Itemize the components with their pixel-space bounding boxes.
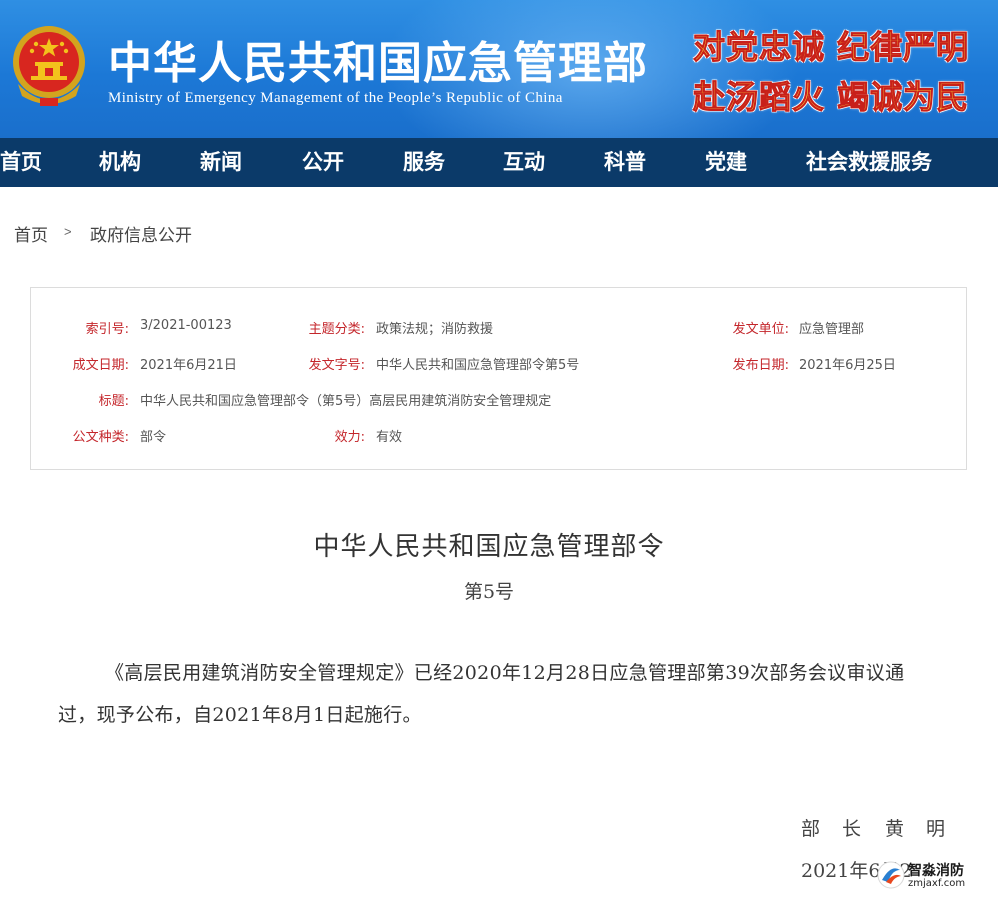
doc-type-label: 公文种类:: [72, 430, 129, 445]
nav-item-science[interactable]: 科普: [604, 138, 646, 187]
site-title[interactable]: 中华人民共和国应急管理部: [108, 27, 648, 91]
signature-name: 黄 明: [885, 818, 954, 840]
doc-number-value: 中华人民共和国应急管理部令第5号: [376, 358, 580, 373]
breadcrumb-current[interactable]: 政府信息公开: [90, 221, 192, 246]
nav-item-party[interactable]: 党建: [705, 138, 747, 187]
issuer-value: 应急管理部: [799, 322, 865, 337]
title-label: 标题:: [98, 394, 129, 409]
breadcrumb-home[interactable]: 首页: [14, 221, 48, 246]
written-date-label: 成文日期:: [72, 358, 129, 373]
publish-date-label: 发布日期:: [732, 358, 789, 373]
nav-item-news[interactable]: 新闻: [200, 138, 242, 187]
nav-item-services[interactable]: 服务: [403, 138, 445, 187]
article-title: 中华人民共和国应急管理部令: [313, 532, 665, 562]
slogan-line-1: 对党忠诚 纪律严明: [692, 28, 970, 67]
category-label: 主题分类:: [308, 322, 365, 337]
nav-item-interaction[interactable]: 互动: [503, 138, 545, 187]
title-value: 中华人民共和国应急管理部令（第5号）高层民用建筑消防安全管理规定: [140, 394, 552, 409]
watermark-title: 智淼消防: [908, 863, 964, 879]
nav-item-rescue[interactable]: 社会救援服务: [806, 138, 932, 187]
validity-label: 效力:: [334, 430, 365, 445]
watermark-url: zmjaxf.com: [908, 878, 966, 889]
main-nav: 首页 机构 新闻 公开 服务 互动 科普 党建 社会救援服务: [0, 138, 998, 187]
site-subtitle: Ministry of Emergency Management of the …: [108, 90, 563, 106]
doc-type-value: 部令: [140, 430, 167, 445]
watermark: 智淼消防 zmjaxf.com: [872, 852, 998, 898]
watermark-logo-icon: [877, 861, 905, 889]
site-header: 中华人民共和国应急管理部 Ministry of Emergency Manag…: [0, 0, 998, 138]
doc-number-label: 发文字号:: [308, 358, 365, 373]
issuer-label: 发文单位:: [732, 322, 789, 337]
nav-item-disclosure[interactable]: 公开: [302, 138, 344, 187]
article-number: 第5号: [463, 581, 515, 603]
signature-role: 部 长: [801, 818, 870, 840]
nav-item-organization[interactable]: 机构: [99, 138, 141, 187]
nav-item-home[interactable]: 首页: [0, 138, 42, 187]
index-label: 索引号:: [85, 322, 129, 337]
breadcrumb-separator: >: [64, 224, 72, 239]
article-body: 《高层民用建筑消防安全管理规定》已经2020年12月28日应急管理部第39次部务…: [58, 662, 905, 726]
slogan-line-2: 赴汤蹈火 竭诚为民: [692, 78, 970, 117]
validity-value: 有效: [376, 430, 403, 445]
document-info-box: 索引号: 3/2021-00123 主题分类: 政策法规；消防救援 发文单位: …: [30, 287, 967, 470]
publish-date-value: 2021年6月25日: [799, 358, 896, 373]
written-date-value: 2021年6月21日: [140, 358, 237, 373]
index-value: 3/2021-00123: [140, 318, 232, 333]
national-emblem-icon[interactable]: [10, 24, 88, 110]
category-value: 政策法规；消防救援: [376, 322, 494, 337]
